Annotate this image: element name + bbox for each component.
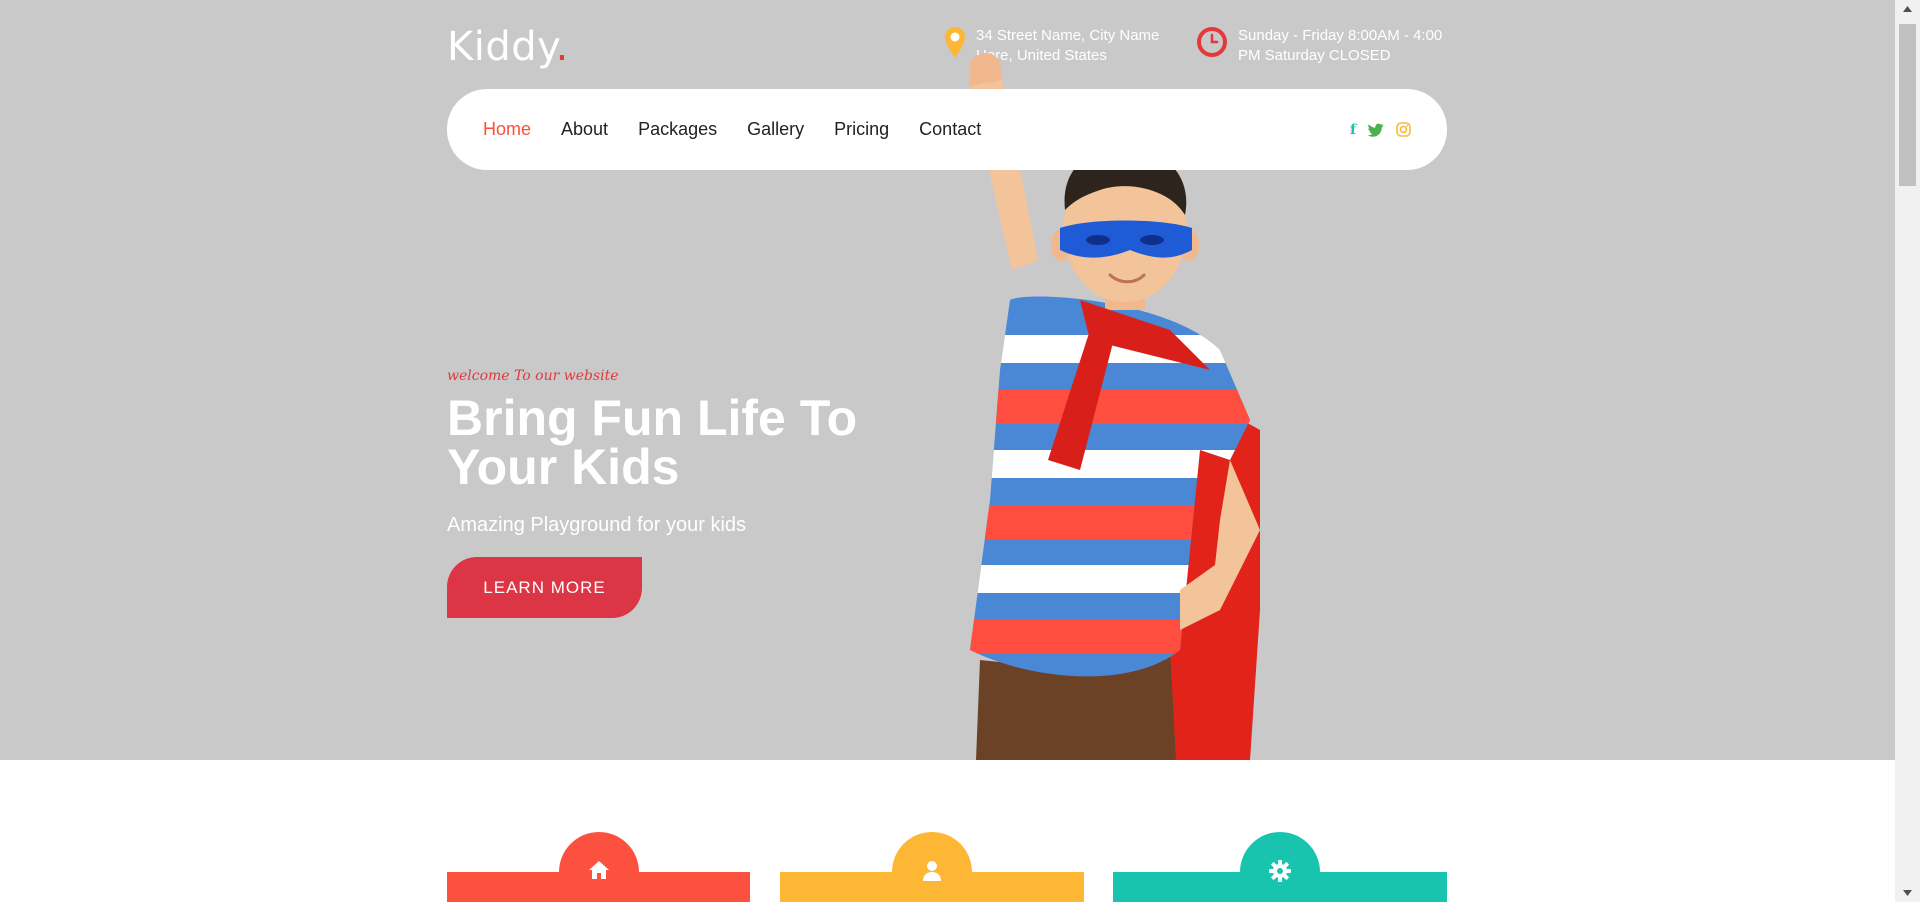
home-icon <box>589 861 609 879</box>
feature-circle-1 <box>559 832 639 902</box>
instagram-icon[interactable] <box>1396 122 1411 137</box>
scroll-down-arrow-icon[interactable] <box>1895 884 1920 902</box>
gear-icon <box>1269 860 1291 882</box>
user-icon <box>923 861 941 881</box>
learn-more-button[interactable]: LEARN MORE <box>447 557 642 618</box>
welcome-tagline: welcome To our website <box>447 368 619 384</box>
main-navbar: Home About Packages Gallery Pricing Cont… <box>447 89 1447 170</box>
nav-packages[interactable]: Packages <box>638 119 717 140</box>
scrollbar-thumb[interactable] <box>1899 24 1916 186</box>
hero-section: Kiddy. 34 Street Name, City Name Here, U… <box>0 0 1895 760</box>
scroll-up-arrow-icon[interactable] <box>1895 0 1920 18</box>
feature-circle-3 <box>1240 832 1320 902</box>
hero-subheadline: Amazing Playground for your kids <box>447 514 747 536</box>
feature-circle-2 <box>892 832 972 902</box>
facebook-icon[interactable]: f <box>1350 123 1356 137</box>
social-links: f <box>1350 89 1411 170</box>
nav-menu: Home About Packages Gallery Pricing Cont… <box>483 89 981 170</box>
nav-pricing[interactable]: Pricing <box>834 119 889 140</box>
twitter-icon[interactable] <box>1368 123 1384 137</box>
hero-headline: Bring Fun Life To Your Kids <box>447 390 858 495</box>
nav-about[interactable]: About <box>561 119 608 140</box>
hero-content: welcome To our website Bring Fun Life To… <box>447 368 947 618</box>
nav-home[interactable]: Home <box>483 119 531 140</box>
brand-logo[interactable]: Kiddy. <box>447 24 569 70</box>
nav-gallery[interactable]: Gallery <box>747 119 804 140</box>
nav-contact[interactable]: Contact <box>919 119 981 140</box>
vertical-scrollbar[interactable] <box>1895 0 1920 902</box>
